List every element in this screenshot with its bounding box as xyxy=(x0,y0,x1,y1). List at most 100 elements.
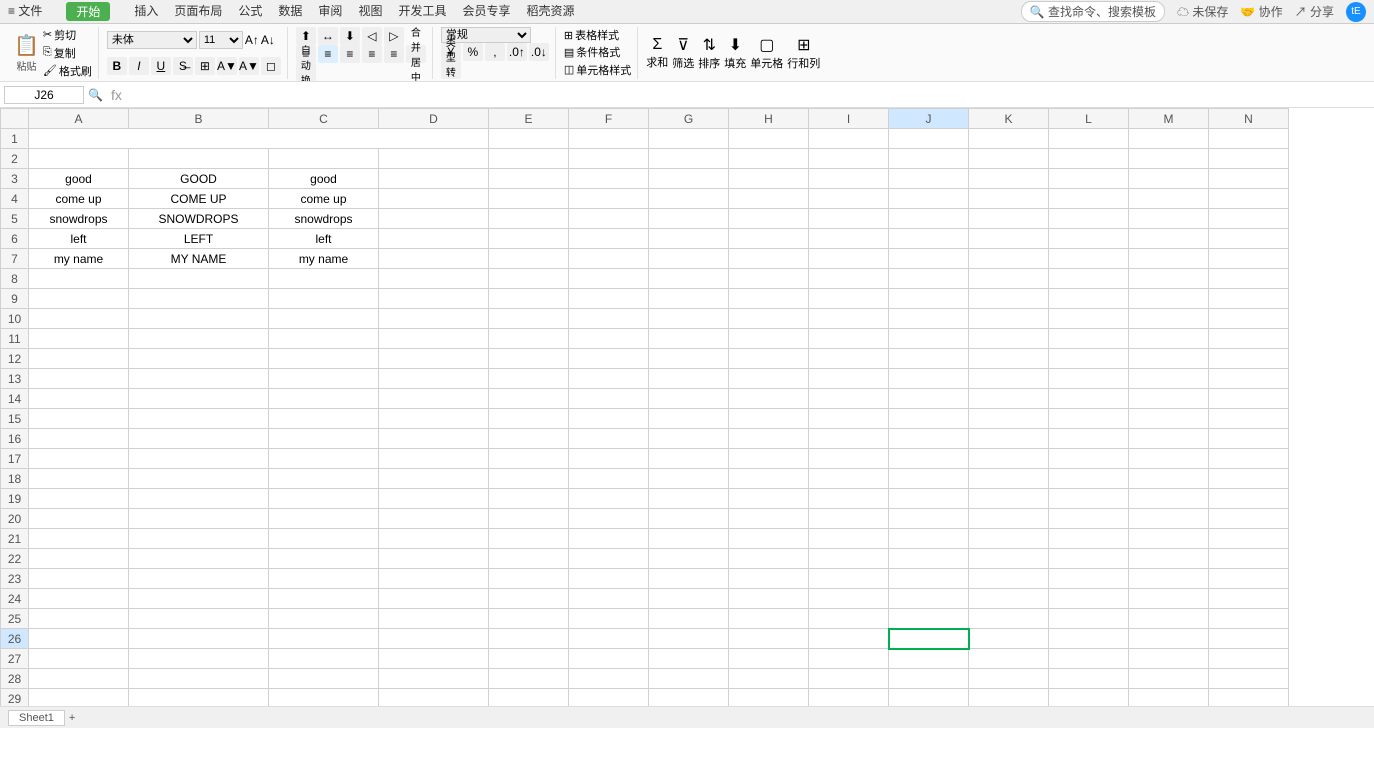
row-header-16[interactable]: 16 xyxy=(1,429,29,449)
cell-16-M[interactable] xyxy=(1129,429,1209,449)
cell-2-I[interactable] xyxy=(809,149,889,169)
bold-btn[interactable]: B xyxy=(107,57,127,75)
cell-18-I[interactable] xyxy=(809,469,889,489)
row-header-28[interactable]: 28 xyxy=(1,669,29,689)
decimal-inc-btn[interactable]: .0↑ xyxy=(507,43,527,61)
cell-25-C[interactable] xyxy=(269,609,379,629)
sum-btn[interactable]: Σ 求和 xyxy=(646,36,668,70)
wrap-text-btn[interactable]: 自动换行 xyxy=(296,63,316,81)
eraser-btn[interactable]: ◻ xyxy=(261,57,281,75)
cell-4-H[interactable] xyxy=(729,189,809,209)
cell-29-A[interactable] xyxy=(29,689,129,707)
cell-18-F[interactable] xyxy=(569,469,649,489)
cell-27-N[interactable] xyxy=(1209,649,1289,669)
cell-16-J[interactable] xyxy=(889,429,969,449)
cell-14-A[interactable] xyxy=(29,389,129,409)
cell-15-B[interactable] xyxy=(129,409,269,429)
cell-10-L[interactable] xyxy=(1049,309,1129,329)
cell-26-E[interactable] xyxy=(489,629,569,649)
cell-1-M[interactable] xyxy=(1129,129,1209,149)
cell-8-A[interactable] xyxy=(29,269,129,289)
cell-15-C[interactable] xyxy=(269,409,379,429)
cell-24-A[interactable] xyxy=(29,589,129,609)
cell-16-E[interactable] xyxy=(489,429,569,449)
cell-22-G[interactable] xyxy=(649,549,729,569)
cell-17-D[interactable] xyxy=(379,449,489,469)
cell-28-F[interactable] xyxy=(569,669,649,689)
cell-24-I[interactable] xyxy=(809,589,889,609)
cell-16-A[interactable] xyxy=(29,429,129,449)
cell-18-A[interactable] xyxy=(29,469,129,489)
cell-25-G[interactable] xyxy=(649,609,729,629)
cell-26-M[interactable] xyxy=(1129,629,1209,649)
cell-10-J[interactable] xyxy=(889,309,969,329)
cell-25-F[interactable] xyxy=(569,609,649,629)
cell-14-J[interactable] xyxy=(889,389,969,409)
cell-13-L[interactable] xyxy=(1049,369,1129,389)
cell-10-K[interactable] xyxy=(969,309,1049,329)
collaborate-btn[interactable]: 🤝 协作 xyxy=(1240,3,1282,20)
cell-6-E[interactable] xyxy=(489,229,569,249)
cell-13-M[interactable] xyxy=(1129,369,1209,389)
cell-27-H[interactable] xyxy=(729,649,809,669)
cell-16-D[interactable] xyxy=(379,429,489,449)
cell-15-L[interactable] xyxy=(1049,409,1129,429)
menu-insert[interactable]: 插入 xyxy=(134,2,158,21)
cell-4-A[interactable]: come up xyxy=(29,189,129,209)
cell-7-I[interactable] xyxy=(809,249,889,269)
row-col-btn[interactable]: ⊞ 行和列 xyxy=(787,35,820,71)
cell-22-L[interactable] xyxy=(1049,549,1129,569)
cell-21-F[interactable] xyxy=(569,529,649,549)
cell-20-N[interactable] xyxy=(1209,509,1289,529)
menu-formula[interactable]: 公式 xyxy=(238,2,262,21)
cell-27-K[interactable] xyxy=(969,649,1049,669)
cell-21-L[interactable] xyxy=(1049,529,1129,549)
cell-12-J[interactable] xyxy=(889,349,969,369)
percent-btn[interactable]: % xyxy=(463,43,483,61)
cell-29-G[interactable] xyxy=(649,689,729,707)
menu-view[interactable]: 视图 xyxy=(358,2,382,21)
cell-11-B[interactable] xyxy=(129,329,269,349)
cell-10-C[interactable] xyxy=(269,309,379,329)
cell-12-A[interactable] xyxy=(29,349,129,369)
cell-22-A[interactable] xyxy=(29,549,129,569)
cell-24-M[interactable] xyxy=(1129,589,1209,609)
cell-14-K[interactable] xyxy=(969,389,1049,409)
cell-9-I[interactable] xyxy=(809,289,889,309)
cell-14-N[interactable] xyxy=(1209,389,1289,409)
cell-18-D[interactable] xyxy=(379,469,489,489)
cell-24-F[interactable] xyxy=(569,589,649,609)
cell-5-H[interactable] xyxy=(729,209,809,229)
row-header-29[interactable]: 29 xyxy=(1,689,29,707)
cell-5-A[interactable]: snowdrops xyxy=(29,209,129,229)
cell-2-D[interactable]: 首字母转大写 xyxy=(379,149,489,169)
cell-11-G[interactable] xyxy=(649,329,729,349)
cell-12-G[interactable] xyxy=(649,349,729,369)
cell-14-C[interactable] xyxy=(269,389,379,409)
cell-13-I[interactable] xyxy=(809,369,889,389)
cell-17-B[interactable] xyxy=(129,449,269,469)
cell-27-F[interactable] xyxy=(569,649,649,669)
cell-13-F[interactable] xyxy=(569,369,649,389)
cell-1-F[interactable] xyxy=(569,129,649,149)
cell-24-E[interactable] xyxy=(489,589,569,609)
cell-13-N[interactable] xyxy=(1209,369,1289,389)
menu-developer[interactable]: 开发工具 xyxy=(398,2,446,21)
cell-29-I[interactable] xyxy=(809,689,889,707)
cell-18-B[interactable] xyxy=(129,469,269,489)
format-painter-btn[interactable]: 🖌 格式刷 xyxy=(43,63,92,79)
cell-4-E[interactable] xyxy=(489,189,569,209)
cell-20-M[interactable] xyxy=(1129,509,1209,529)
cell-28-H[interactable] xyxy=(729,669,809,689)
cell-20-F[interactable] xyxy=(569,509,649,529)
row-header-26[interactable]: 26 xyxy=(1,629,29,649)
cell-24-K[interactable] xyxy=(969,589,1049,609)
cell-25-A[interactable] xyxy=(29,609,129,629)
menu-review[interactable]: 审阅 xyxy=(318,2,342,21)
cell-15-I[interactable] xyxy=(809,409,889,429)
row-header-19[interactable]: 19 xyxy=(1,489,29,509)
cell-26-N[interactable] xyxy=(1209,629,1289,649)
cell-11-C[interactable] xyxy=(269,329,379,349)
cell-9-D[interactable] xyxy=(379,289,489,309)
cell-23-L[interactable] xyxy=(1049,569,1129,589)
